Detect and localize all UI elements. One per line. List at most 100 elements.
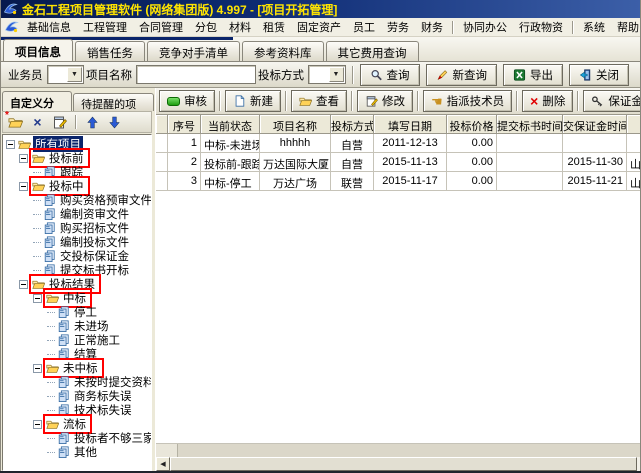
tree-node-buy-bid-docs[interactable]: 购买招标文件	[3, 221, 151, 235]
horizontal-scrollbar[interactable]: ◀	[156, 457, 641, 471]
menu-basic-info[interactable]: 基础信息	[21, 17, 77, 37]
tab-reference-library[interactable]: 参考资料库	[242, 41, 324, 61]
tab-competitor-list[interactable]: 竞争对手清单	[147, 41, 240, 61]
move-up-button[interactable]	[84, 114, 101, 131]
window-frame	[0, 0, 1, 473]
tree-node-other[interactable]: 其他	[3, 445, 151, 459]
separator	[417, 91, 419, 111]
separator	[219, 91, 221, 111]
tree-node-normal-construction[interactable]: 正常施工	[3, 333, 151, 347]
pages-icon	[57, 376, 70, 388]
table-row[interactable]: 2 投标前-跟踪 万达国际大厦 自营 2015-11-13 0.00 2015-…	[156, 153, 641, 172]
table-row[interactable]: 3 中标-停工 万达广场 联营 2015-11-17 0.00 2015-11-…	[156, 172, 641, 191]
menu-lease[interactable]: 租赁	[257, 17, 291, 37]
tree-node-failed-tender[interactable]: 流标	[3, 417, 151, 431]
new-folder-button[interactable]: *	[7, 114, 24, 131]
menu-bar: 基础信息 工程管理 合同管理 分包 材料 租赁 固定资产 员工 劳务 财务 协同…	[0, 18, 641, 37]
tree-node-commercial-bid-error[interactable]: 商务标失误	[3, 389, 151, 403]
menu-help[interactable]: 帮助	[611, 17, 641, 37]
approve-button[interactable]: 审核	[159, 90, 215, 112]
separator	[577, 91, 579, 111]
pages-icon	[57, 334, 70, 346]
collapse-icon[interactable]	[33, 364, 42, 373]
tree-connector	[47, 452, 55, 453]
tree-node-pay-bid-deposit[interactable]: 交投标保证金	[3, 249, 151, 263]
tree-node-lost-bid[interactable]: 未中标	[3, 361, 151, 375]
bid-method-select[interactable]: ▼	[308, 65, 346, 84]
tab-project-info[interactable]: 项目信息	[3, 39, 73, 61]
row-indicator	[156, 134, 168, 153]
scrollbar-thumb[interactable]	[170, 457, 637, 471]
table-row[interactable]: 1 中标-未进场 hhhhh 自营 2011-12-13 0.00	[156, 134, 641, 153]
tab-other-fees-query[interactable]: 其它费用查询	[326, 41, 419, 61]
tree-connector	[47, 410, 55, 411]
delete-button[interactable]: × 删除	[522, 90, 573, 112]
deposit-button[interactable]: 保证金	[583, 90, 641, 112]
col-project-name[interactable]: 项目名称	[260, 115, 331, 134]
view-button[interactable]: 查看	[291, 90, 347, 112]
menu-admin-supplies[interactable]: 行政物资	[513, 17, 569, 37]
modify-button[interactable]: 修改	[357, 90, 413, 112]
tree-node-fewer-than-three-bidders[interactable]: 投标者不够三家	[3, 431, 151, 445]
move-down-button[interactable]	[106, 114, 123, 131]
collapse-icon[interactable]	[19, 154, 28, 163]
menu-material[interactable]: 材料	[223, 17, 257, 37]
tree-node-bidding[interactable]: 投标中	[3, 179, 151, 193]
tab-custom-category[interactable]: 自定义分类	[2, 91, 72, 111]
search-button[interactable]: 查询	[360, 64, 420, 86]
new-search-button[interactable]: 新查询	[426, 64, 498, 86]
up-arrow-icon	[87, 116, 98, 129]
project-name-input[interactable]	[136, 65, 256, 84]
star-badge-icon: *	[5, 110, 9, 121]
tree-node-won-bid[interactable]: 中标	[3, 291, 151, 305]
export-button[interactable]: 导出	[503, 64, 563, 86]
menu-system[interactable]: 系统	[577, 17, 611, 37]
col-bid-submit-time[interactable]: 提交标书时间	[497, 115, 563, 134]
col-deposit-time[interactable]: 交保证金时间	[563, 115, 627, 134]
menu-collab-office[interactable]: 协同办公	[457, 17, 513, 37]
tree-connector	[33, 214, 41, 215]
tree-connector	[47, 312, 55, 313]
tree-node-work-stopped[interactable]: 停工	[3, 305, 151, 319]
menu-employee[interactable]: 员工	[347, 17, 381, 37]
col-bid-method[interactable]: 投标方式	[331, 115, 374, 134]
menu-labor[interactable]: 劳务	[381, 17, 415, 37]
col-seq[interactable]: 序号	[168, 115, 201, 134]
green-status-icon	[167, 97, 180, 106]
collapse-icon[interactable]	[6, 140, 15, 149]
tree-node-prepare-bid-docs[interactable]: 编制投标文件	[3, 235, 151, 249]
tree-node-prepare-prequal-docs[interactable]: 编制资审文件	[3, 207, 151, 221]
tab-sales-tasks[interactable]: 销售任务	[75, 41, 145, 61]
tree-connector	[47, 354, 55, 355]
tree-node-not-entered-site[interactable]: 未进场	[3, 319, 151, 333]
salesman-select[interactable]: ▼	[47, 65, 85, 84]
col-bid-price[interactable]: 投标价格	[447, 115, 497, 134]
collapse-icon[interactable]	[19, 182, 28, 191]
assign-technician-button[interactable]: ☚ 指派技术员	[423, 90, 512, 112]
pages-icon	[43, 208, 56, 220]
menu-finance[interactable]: 财务	[415, 17, 449, 37]
scroll-left-arrow[interactable]: ◀	[156, 457, 170, 471]
menu-fixed-assets[interactable]: 固定资产	[291, 17, 347, 37]
tree-node-late-submission[interactable]: 未按时提交资料	[3, 375, 151, 389]
menu-subcontract[interactable]: 分包	[189, 17, 223, 37]
tree-node-buy-prequal-docs[interactable]: 购买资格预审文件	[3, 193, 151, 207]
new-button[interactable]: 新建	[225, 90, 281, 112]
tree-connector	[47, 396, 55, 397]
delete-category-button[interactable]: ×	[29, 114, 46, 131]
menu-project-mgmt[interactable]: 工程管理	[77, 17, 133, 37]
collapse-icon[interactable]	[19, 280, 28, 289]
chevron-down-icon[interactable]: ▼	[67, 67, 82, 82]
close-button[interactable]: 关闭	[569, 64, 629, 86]
tree-node-pre-bid[interactable]: 投标前	[3, 151, 151, 165]
col-fill-date[interactable]: 填写日期	[374, 115, 447, 134]
row-indicator-header	[156, 115, 168, 134]
tab-reminder-projects[interactable]: 待提醒的项目	[73, 93, 154, 111]
edit-category-button[interactable]	[51, 114, 68, 131]
chevron-down-icon[interactable]: ▼	[329, 67, 344, 82]
collapse-icon[interactable]	[33, 294, 42, 303]
collapse-icon[interactable]	[33, 420, 42, 429]
menu-contract-mgmt[interactable]: 合同管理	[133, 17, 189, 37]
folder-icon	[32, 152, 45, 164]
col-current-status[interactable]: 当前状态	[201, 115, 260, 134]
